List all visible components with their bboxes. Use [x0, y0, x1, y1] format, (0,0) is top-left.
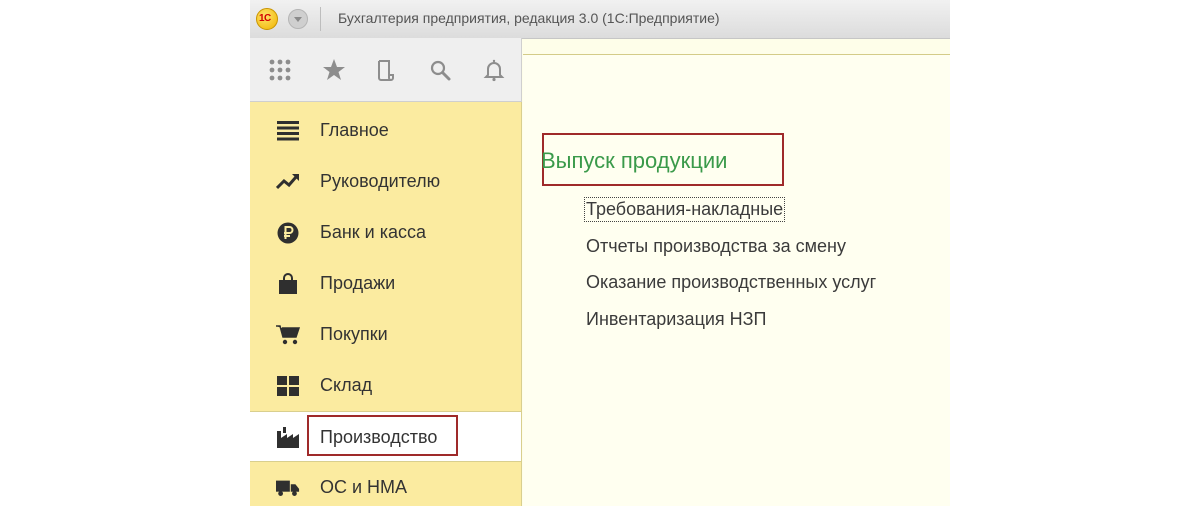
ruble-icon	[276, 221, 300, 245]
sidebar-item-fixed-assets[interactable]: ОС и НМА	[250, 462, 521, 506]
1c-logo-icon[interactable]: 1С	[256, 8, 278, 30]
sidebar-item-manager[interactable]: Руководителю	[250, 156, 521, 207]
sections-sidebar: Главное Руководителю Банк и касса Продаж…	[250, 102, 522, 506]
sidebar-item-warehouse[interactable]: Склад	[250, 360, 521, 411]
apps-grid-icon[interactable]	[264, 54, 296, 86]
logo-text: 1С	[259, 13, 271, 24]
title-separator	[320, 7, 321, 31]
sidebar-item-label: Руководителю	[320, 171, 441, 191]
sidebar-item-label: ОС и НМА	[320, 477, 408, 497]
link-requisitions[interactable]: Требования-накладные	[583, 197, 786, 222]
sidebar-item-label: Склад	[320, 375, 373, 395]
cart-icon	[276, 323, 300, 347]
sidebar-item-label: Покупки	[320, 324, 388, 344]
highlight-frame	[307, 415, 458, 456]
section-content-panel: Выпуск продукции Требования-накладные От…	[523, 54, 950, 506]
search-icon[interactable]	[424, 54, 456, 86]
shopping-bag-icon	[276, 272, 300, 296]
list-icon	[276, 119, 300, 143]
window-title: Бухгалтерия предприятия, редакция 3.0 (1…	[338, 10, 720, 26]
sidebar-item-bank[interactable]: Банк и касса	[250, 207, 521, 258]
sidebar-item-label: Продажи	[320, 273, 396, 293]
link-wip-inventory[interactable]: Инвентаризация НЗП	[586, 309, 767, 330]
section-title: Выпуск продукции	[541, 148, 728, 173]
trend-icon	[276, 170, 300, 194]
warehouse-icon	[276, 374, 300, 398]
app-window: 1С Бухгалтерия предприятия, редакция 3.0…	[250, 0, 950, 506]
sidebar-item-label: Банк и касса	[320, 222, 426, 242]
link-shift-reports[interactable]: Отчеты производства за смену	[586, 236, 846, 257]
star-icon[interactable]	[318, 54, 350, 86]
link-production-services[interactable]: Оказание производственных услуг	[586, 272, 876, 293]
truck-icon	[276, 476, 300, 500]
title-bar: 1С Бухгалтерия предприятия, редакция 3.0…	[250, 0, 950, 39]
history-icon[interactable]	[370, 54, 402, 86]
toolbar	[250, 38, 522, 102]
main-menu-button[interactable]	[288, 9, 308, 29]
factory-icon	[276, 426, 300, 450]
sidebar-item-production[interactable]: Производство	[250, 411, 521, 462]
bell-icon[interactable]	[478, 54, 510, 86]
sidebar-item-sales[interactable]: Продажи	[250, 258, 521, 309]
sidebar-item-purchases[interactable]: Покупки	[250, 309, 521, 360]
sidebar-item-label: Главное	[320, 120, 389, 140]
sidebar-item-main[interactable]: Главное	[250, 105, 521, 156]
